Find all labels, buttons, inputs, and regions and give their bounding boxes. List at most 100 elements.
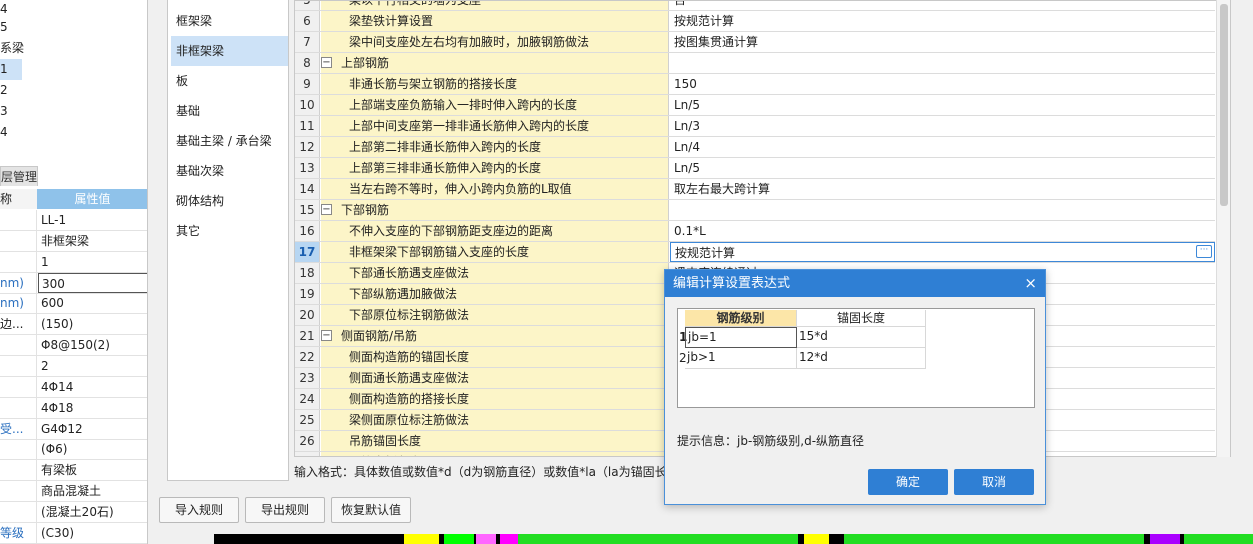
row-number: 22 [295,347,320,367]
property-value[interactable]: 300 [38,272,147,293]
setting-value[interactable] [670,53,1215,73]
setting-value[interactable] [670,200,1215,220]
property-name [0,230,37,251]
cancel-button[interactable]: 取消 [954,469,1034,495]
tree-item[interactable]: 3 [0,101,40,122]
category-item[interactable]: 其它 [171,216,288,246]
table-row[interactable]: 1 jb=1 15*d [678,327,928,348]
collapse-icon[interactable]: − [321,330,332,341]
property-row[interactable]: nm) 600 [0,293,147,315]
property-row[interactable]: 受... G4Φ12 [0,418,147,440]
property-value[interactable]: 非框架梁 [38,231,147,251]
setting-name: 不伸入支座的下部钢筋距支座边的距离 [321,221,669,241]
category-item[interactable]: 非框架梁 [171,36,288,66]
property-row[interactable]: 2 [0,355,147,377]
property-value[interactable]: LL-1 [38,210,147,230]
grid-row[interactable]: 17 非框架梁下部钢筋锚入支座的长度 按规范计算 ··· [295,242,1215,263]
import-rules-button[interactable]: 导入规则 [159,497,239,523]
grid-group-row[interactable]: 8 上部钢筋 − [295,53,1215,74]
tree-item[interactable]: 1 [0,59,22,80]
export-rules-button[interactable]: 导出规则 [245,497,325,523]
grid-row[interactable]: 5 梁以平行相交的墙为支座否 [295,1,1215,11]
property-value[interactable]: 1 [38,252,147,272]
property-value[interactable]: 600 [38,293,147,313]
value-cell[interactable]: 15*d [797,327,926,348]
property-value[interactable]: 4Φ14 [38,377,147,397]
property-name [0,397,37,418]
grid-row[interactable]: 14 当左右跨不等时，伸入小跨内负筋的L取值 取左右最大跨计算 [295,179,1215,200]
setting-value[interactable]: Ln/3 [670,116,1215,136]
setting-name: 当左右跨不等时，伸入小跨内负筋的L取值 [321,179,669,199]
layer-management-tab[interactable]: 层管理 [0,166,38,186]
category-item[interactable]: 基础主梁 / 承台梁 [171,126,288,156]
category-item[interactable]: 板 [171,66,288,96]
property-value[interactable]: 有梁板 [38,460,147,480]
category-item[interactable]: 基础次梁 [171,156,288,186]
grid-row[interactable]: 7 梁中间支座处左右均有加腋时，加腋钢筋做法 按图集贯通计算 [295,32,1215,53]
ellipsis-icon[interactable]: ··· [1196,245,1212,258]
property-value[interactable]: Φ8@150(2) [38,335,147,355]
setting-value[interactable]: 按图集贯通计算 [670,32,1215,52]
collapse-icon[interactable]: − [321,204,332,215]
property-value[interactable]: (Φ6) [38,439,147,459]
tree-item[interactable]: 4 [0,122,40,143]
property-row[interactable]: Φ8@150(2) [0,335,147,357]
tree-item[interactable]: 系梁 [0,38,40,59]
grid-row[interactable]: 10 上部端支座负筋输入一排时伸入跨内的长度 Ln/5 [295,95,1215,116]
setting-value[interactable]: Ln/5 [670,158,1215,178]
setting-value[interactable]: 150 [670,74,1215,94]
setting-name: 吊筋弯折角度 [321,452,669,456]
property-row[interactable]: 1 [0,251,147,273]
property-row[interactable]: 有梁板 [0,460,147,482]
condition-cell[interactable]: jb=1 [685,327,797,348]
property-value[interactable]: (混凝土20石) [38,502,147,522]
property-value[interactable]: 2 [38,356,147,376]
grid-row[interactable]: 13 上部第三排非通长筋伸入跨内的长度 Ln/5 [295,158,1215,179]
property-row[interactable]: 4Φ18 [0,397,147,419]
setting-value[interactable]: 按规范计算 [670,11,1215,31]
property-row[interactable]: 商品混凝土 [0,481,147,503]
grid-row[interactable]: 11 上部中间支座第一排非通长筋伸入跨内的长度 Ln/3 [295,116,1215,137]
setting-value[interactable]: 否 [670,1,1215,10]
property-value[interactable]: (C30) [38,523,147,543]
ok-button[interactable]: 确定 [868,469,948,495]
grid-row[interactable]: 12 上部第二排非通长筋伸入跨内的长度 Ln/4 [295,137,1215,158]
close-icon[interactable]: × [1024,270,1037,297]
setting-value[interactable]: Ln/4 [670,137,1215,157]
property-row[interactable]: 4Φ14 [0,376,147,398]
property-value[interactable]: G4Φ12 [38,419,147,439]
property-value[interactable]: (150) [38,314,147,334]
property-row[interactable]: 非框架梁 [0,230,147,252]
condition-cell[interactable]: jb>1 [685,348,797,369]
setting-value[interactable]: 取左右最大跨计算 [670,179,1215,199]
property-row[interactable]: LL-1 [0,210,147,231]
scrollbar-thumb[interactable] [1220,4,1228,206]
setting-value[interactable]: 0.1*L [670,221,1215,241]
category-item[interactable]: 基础 [171,96,288,126]
collapse-icon[interactable]: − [321,57,332,68]
property-row[interactable]: 等级 (C30) [0,522,147,544]
tree-item[interactable]: 5 [0,17,40,38]
property-row[interactable]: (Φ6) [0,439,147,461]
property-row[interactable]: nm) 300 [0,272,147,294]
property-name-header: 称 [0,189,37,209]
property-value[interactable]: 商品混凝土 [38,481,147,501]
grid-row[interactable]: 9 非通长筋与架立钢筋的搭接长度 150 [295,74,1215,95]
setting-name: 上部第二排非通长筋伸入跨内的长度 [321,137,669,157]
table-row[interactable]: 2 jb>1 12*d [678,348,928,369]
setting-value[interactable]: Ln/5 [670,95,1215,115]
property-value[interactable]: 4Φ18 [38,398,147,418]
grid-row[interactable]: 6 梁垫铁计算设置 按规范计算 [295,11,1215,32]
setting-value[interactable]: 按规范计算 [670,242,1215,262]
tree-item[interactable]: 2 [0,80,40,101]
grid-vertical-scrollbar[interactable] [1216,0,1230,457]
grid-row[interactable]: 16 不伸入支座的下部钢筋距支座边的距离 0.1*L [295,221,1215,242]
setting-name: 下部钢筋 [321,200,669,220]
category-item[interactable]: 砌体结构 [171,186,288,216]
category-item[interactable]: 框架梁 [171,6,288,36]
restore-defaults-button[interactable]: 恢复默认值 [331,497,411,523]
property-row[interactable]: 边... (150) [0,314,147,336]
property-row[interactable]: (混凝土20石) [0,501,147,523]
grid-group-row[interactable]: 15 下部钢筋 − [295,200,1215,221]
value-cell[interactable]: 12*d [797,348,926,369]
